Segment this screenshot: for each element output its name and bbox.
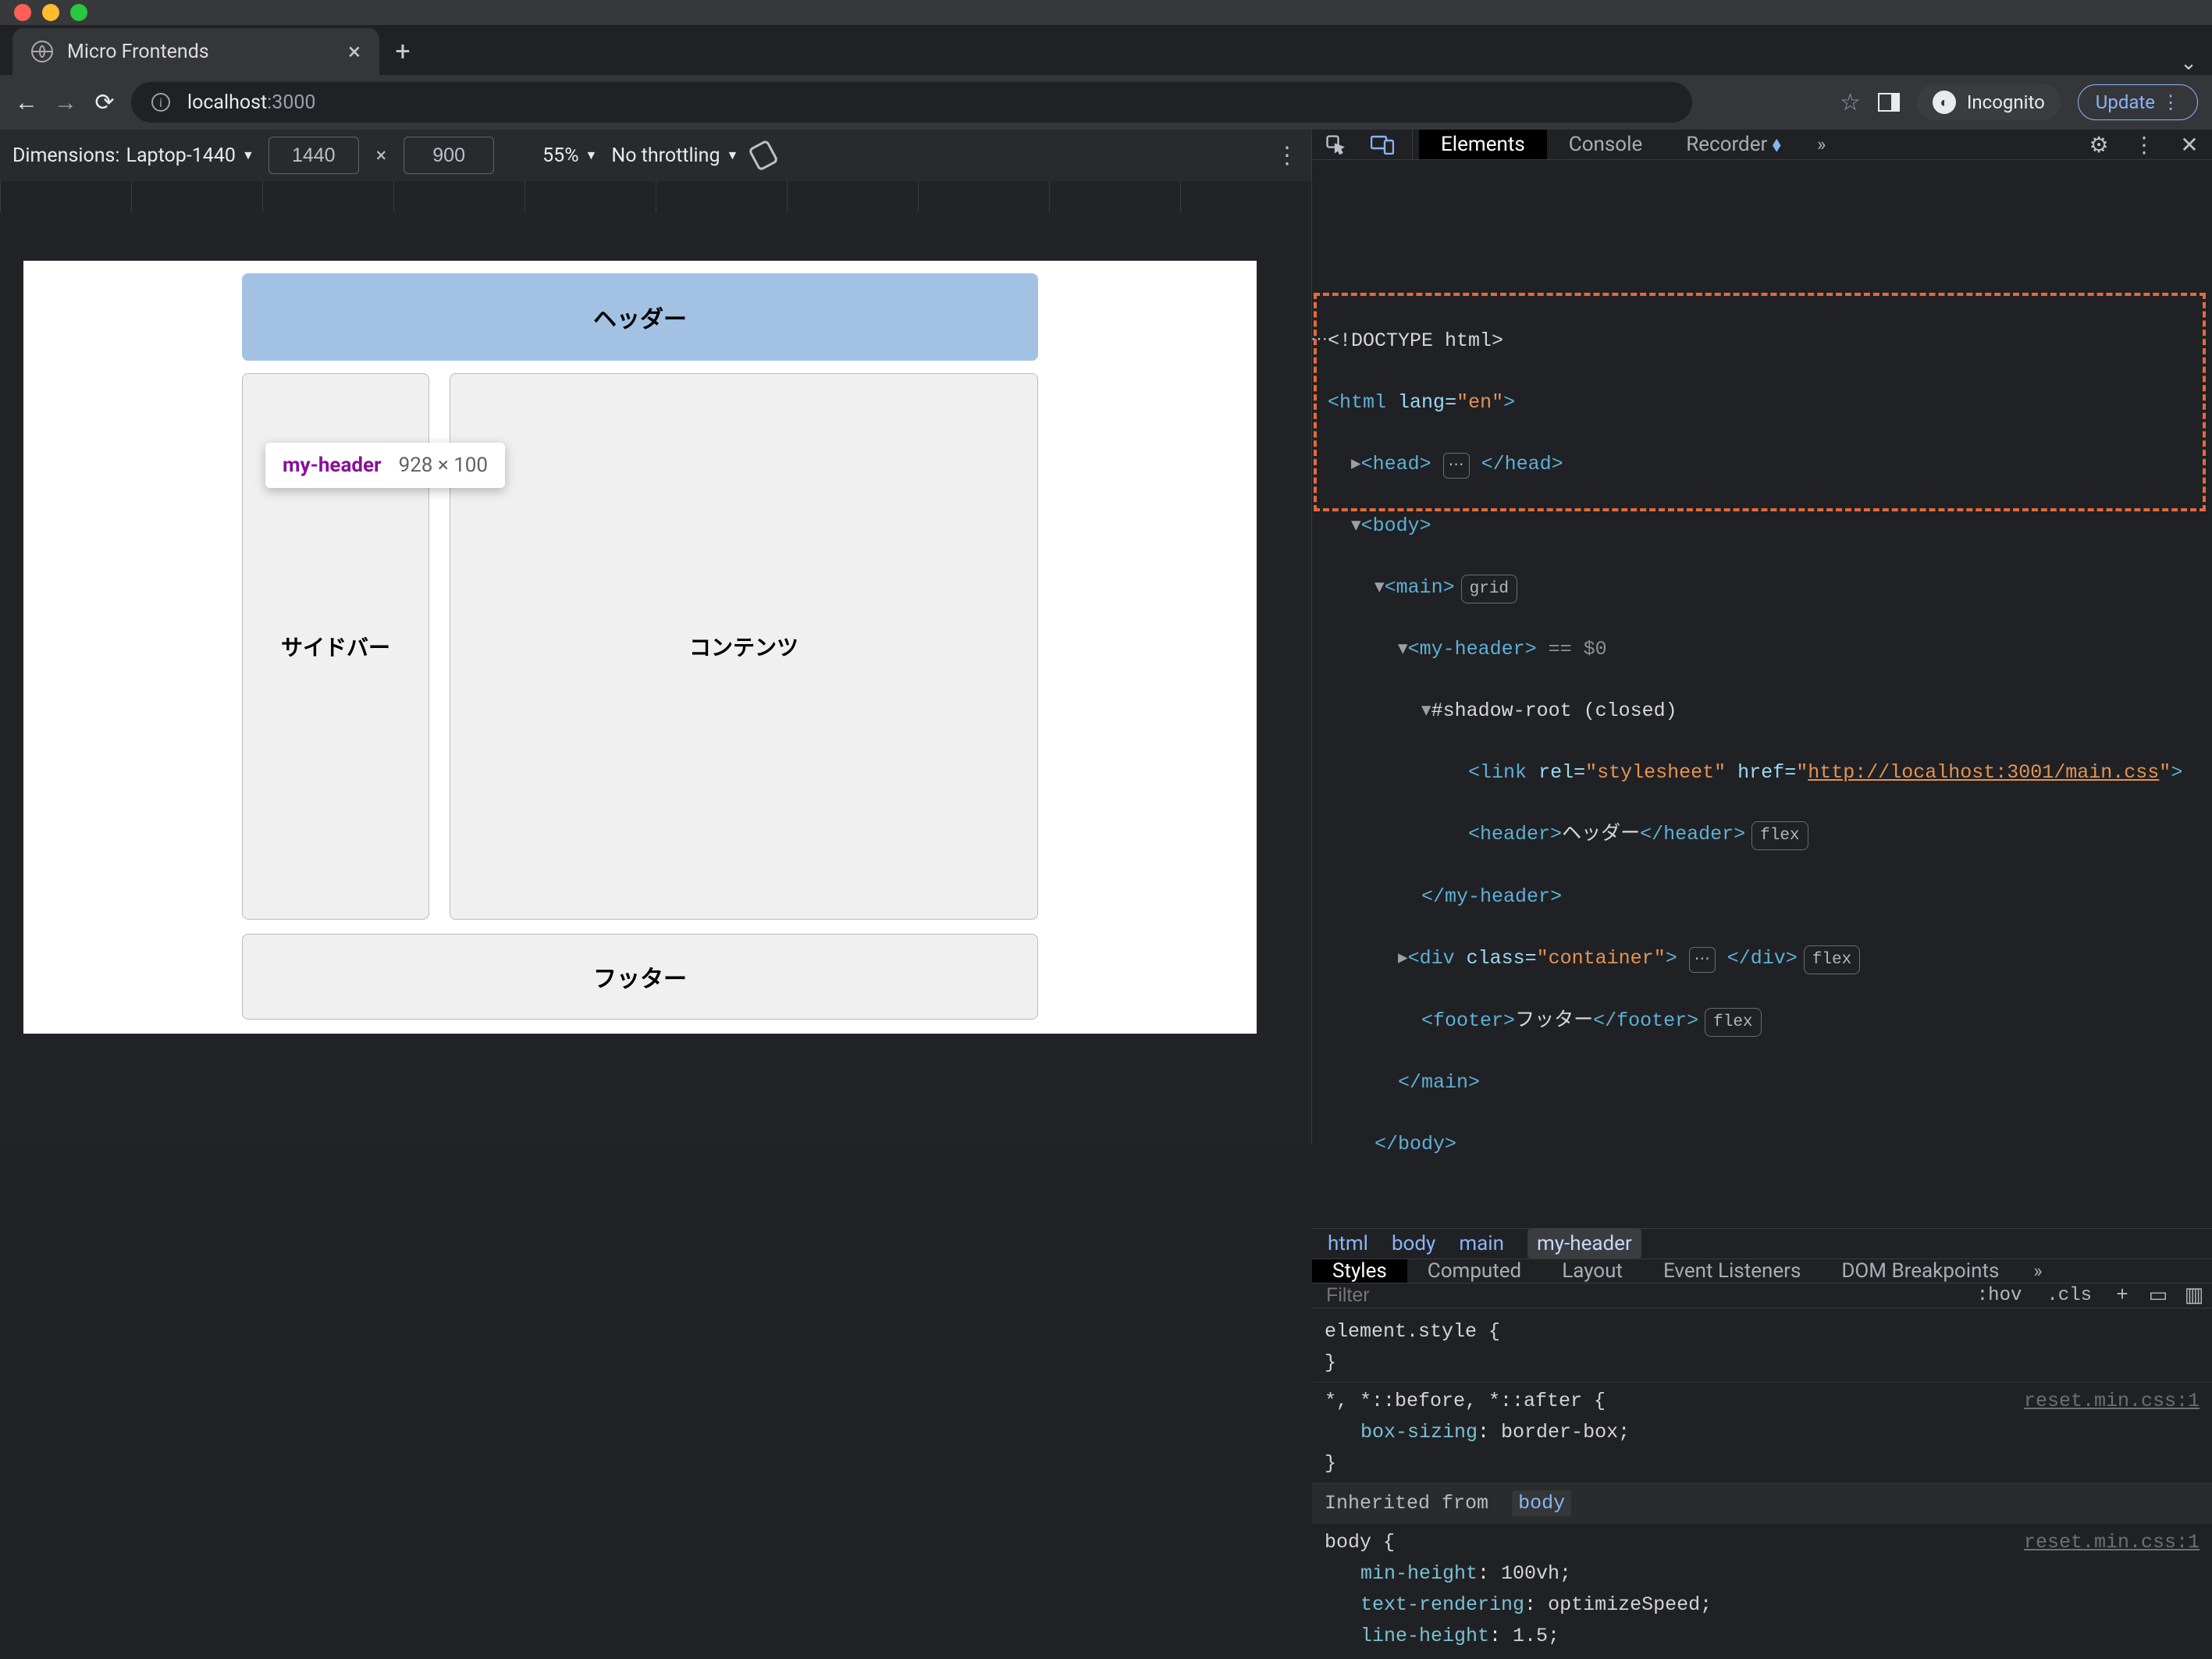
inspect-tooltip: my-header 928 × 100 — [265, 443, 505, 488]
breadcrumb-html[interactable]: html — [1328, 1232, 1368, 1255]
breadcrumb-my-header[interactable]: my-header — [1527, 1229, 1641, 1258]
sidepanel-icon[interactable] — [1878, 93, 1900, 112]
throttling-dropdown[interactable]: No throttling ▼ — [611, 144, 738, 167]
tab-title: Micro Frontends — [67, 41, 348, 63]
window-maximize-button[interactable] — [70, 4, 87, 21]
styles-filter-row: :hov .cls + ▭ ▥ — [1312, 1283, 2212, 1308]
height-input[interactable] — [404, 137, 494, 174]
width-input[interactable] — [268, 137, 359, 174]
rotate-icon[interactable] — [748, 139, 779, 171]
tab-dom-breakpoints[interactable]: DOM Breakpoints — [1821, 1259, 2019, 1283]
tab-bar: Micro Frontends × + ⌄ — [0, 25, 2212, 75]
omnibox[interactable]: i localhost:3000 — [131, 82, 1692, 123]
kebab-icon[interactable]: ⋮ — [2121, 132, 2167, 158]
tab-styles[interactable]: Styles — [1312, 1259, 1407, 1283]
toggle-sidebar-icon[interactable]: ▥ — [2176, 1283, 2212, 1308]
styles-body[interactable]: element.style { } reset.min.css:1 *, *::… — [1312, 1308, 2212, 1659]
source-link[interactable]: reset.min.css:1 — [2024, 1386, 2200, 1417]
titlebar — [0, 0, 2212, 25]
dimension-x: × — [373, 144, 389, 167]
tab-console[interactable]: Console — [1547, 130, 1664, 159]
globe-icon — [31, 41, 53, 62]
tabs-dropdown-icon[interactable]: ⌄ — [2165, 52, 2212, 75]
page-footer: フッター — [242, 934, 1038, 1020]
back-icon[interactable]: ← — [14, 89, 39, 116]
update-button[interactable]: Update ⋮ — [2078, 84, 2198, 120]
device-toggle-icon[interactable] — [1359, 134, 1406, 155]
tabs-overflow-icon[interactable]: » — [2019, 1260, 2056, 1282]
tab-computed[interactable]: Computed — [1407, 1259, 1542, 1283]
dom-breadcrumb[interactable]: html body main my-header — [1312, 1228, 2212, 1259]
gear-icon[interactable]: ⚙ — [2076, 132, 2121, 158]
page-pane: Dimensions: Laptop-1440 ▼ × 55% ▼ No thr… — [0, 130, 1311, 1145]
inherited-label: Inherited from body — [1312, 1483, 2212, 1524]
tab-recorder[interactable]: Recorder⬧ — [1664, 130, 1803, 159]
kebab-icon[interactable]: ⋮ — [1275, 142, 1299, 169]
responsive-ruler[interactable] — [0, 181, 1311, 212]
reload-icon[interactable]: ⟳ — [92, 89, 117, 116]
window-close-button[interactable] — [14, 4, 31, 21]
zoom-dropdown[interactable]: 55% ▼ — [542, 144, 597, 167]
page-content: コンテンツ — [450, 373, 1038, 920]
new-style-rule-icon[interactable]: + — [2104, 1283, 2140, 1307]
computed-panel-icon[interactable]: ▭ — [2140, 1283, 2176, 1308]
incognito-icon: ◐ — [1933, 91, 1956, 114]
viewport-area: ヘッダー サイドバー コンテンツ フッター my-header 928 × 10… — [0, 212, 1311, 1145]
url-port: :3000 — [267, 91, 315, 114]
new-tab-button[interactable]: + — [379, 28, 426, 75]
dom-tree[interactable]: ⋯ <!DOCTYPE html> <html lang="en"> ▸<hea… — [1312, 160, 2212, 1228]
incognito-badge[interactable]: ◐ Incognito — [1917, 84, 2061, 120]
inspect-icon[interactable] — [1312, 134, 1359, 155]
devtools-tabbar: Elements Console Recorder⬧ » ⚙ ⋮ ✕ — [1312, 130, 2212, 160]
url-host: localhost — [187, 91, 267, 114]
window-minimize-button[interactable] — [42, 4, 59, 21]
rendered-page[interactable]: ヘッダー サイドバー コンテンツ フッター my-header 928 × 10… — [23, 261, 1257, 1034]
source-link[interactable]: reset.min.css:1 — [2024, 1527, 2200, 1558]
address-bar: ← → ⟳ i localhost:3000 ☆ ◐ Incognito Upd… — [0, 75, 2212, 130]
styles-tabbar: Styles Computed Layout Event Listeners D… — [1312, 1259, 2212, 1283]
devtools-pane: Elements Console Recorder⬧ » ⚙ ⋮ ✕ ⋯ <!D… — [1311, 130, 2212, 1145]
tab-layout[interactable]: Layout — [1542, 1259, 1643, 1283]
bookmark-icon[interactable]: ☆ — [1840, 89, 1861, 116]
chevron-down-icon: ▼ — [585, 148, 598, 163]
close-icon[interactable]: ✕ — [2167, 132, 2212, 158]
dimensions-dropdown[interactable]: Dimensions: Laptop-1440 ▼ — [12, 144, 254, 167]
breadcrumb-body[interactable]: body — [1392, 1232, 1435, 1255]
page-header: ヘッダー — [242, 273, 1038, 361]
styles-filter-input[interactable] — [1312, 1283, 1965, 1308]
chevron-down-icon: ▼ — [242, 148, 254, 163]
close-icon[interactable]: × — [348, 38, 361, 66]
kebab-icon[interactable]: ⋮ — [2161, 91, 2180, 113]
tabs-overflow-icon[interactable]: » — [1803, 134, 1840, 155]
chevron-down-icon: ▼ — [726, 148, 738, 163]
cls-toggle[interactable]: .cls — [2034, 1285, 2104, 1306]
browser-tab[interactable]: Micro Frontends × — [12, 28, 379, 75]
tab-elements[interactable]: Elements — [1419, 130, 1547, 159]
device-toolbar: Dimensions: Laptop-1440 ▼ × 55% ▼ No thr… — [0, 130, 1311, 181]
hov-toggle[interactable]: :hov — [1965, 1285, 2035, 1306]
tab-event-listeners[interactable]: Event Listeners — [1643, 1259, 1821, 1283]
site-info-icon[interactable]: i — [151, 93, 170, 112]
forward-icon[interactable]: → — [53, 89, 78, 116]
incognito-label: Incognito — [1967, 91, 2045, 113]
breadcrumb-main[interactable]: main — [1459, 1232, 1504, 1255]
